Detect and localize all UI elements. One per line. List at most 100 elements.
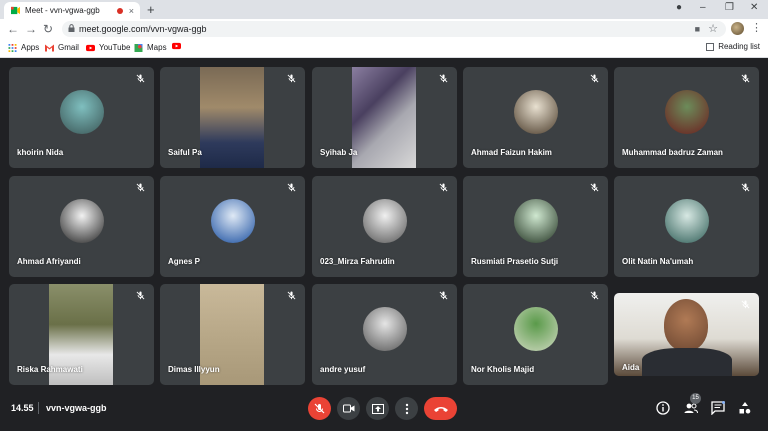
mic-muted-icon [741,183,750,192]
mic-muted-icon [287,74,296,83]
mic-muted-icon [136,183,145,192]
bookmark-label: Gmail [58,43,79,52]
more-vert-icon [405,403,408,414]
reload-button[interactable]: ↻ [43,22,53,36]
minimize-window-button[interactable]: – [700,2,706,13]
youtube-icon [172,42,181,50]
mic-muted-icon [287,291,296,300]
profile-media-icon[interactable]: ● [676,2,682,13]
maps-icon [134,44,143,52]
chat-icon[interactable] [711,401,725,415]
participant-tile[interactable]: Saiful Pa [160,67,305,168]
mic-off-icon [314,403,325,414]
bookmark-youtube[interactable]: YouTube [86,42,130,54]
activities-icon[interactable] [738,401,752,415]
new-tab-button[interactable]: + [147,2,155,17]
maximize-window-button[interactable]: ❐ [725,2,734,13]
camera-icon [342,404,354,413]
participant-tile[interactable]: Syihab Ja [312,67,457,168]
mic-muted-icon [439,183,448,192]
participant-tile[interactable]: Ahmad Faizun Hakim [463,67,608,168]
forward-button[interactable]: → [25,22,37,36]
leave-call-button[interactable] [424,397,457,420]
mic-muted-icon [741,300,750,309]
youtube-icon [86,44,95,52]
participant-face [664,299,708,351]
bookmark-maps[interactable]: Maps [134,42,167,54]
tab-title: Meet - vvn-vgwa-ggb [25,6,100,15]
browser-menu-icon[interactable]: ⋮ [751,21,762,34]
participant-tile[interactable]: andre yusuf [312,284,457,385]
participant-body [642,348,732,376]
address-bar[interactable]: meet.google.com/vvn-vgwa-ggb ■ ☆ [62,21,726,37]
participant-tile[interactable]: Olit Natin Na'umah [614,176,759,277]
mic-muted-icon [136,291,145,300]
close-window-button[interactable]: ✕ [750,2,758,13]
camera-in-use-icon[interactable]: ■ [695,24,700,34]
bookmark-star-icon[interactable]: ☆ [708,22,718,35]
recording-indicator-icon [116,7,123,14]
participant-avatar [362,306,407,351]
bookmark-apps[interactable]: Apps [8,42,39,54]
more-options-button[interactable] [395,397,418,420]
participant-name: andre yusuf [320,365,366,374]
participant-video [200,67,264,168]
reading-list-button[interactable]: Reading list [706,42,760,51]
browser-nav-bar: ← → ↻ meet.google.com/vvn-vgwa-ggb ■ ☆ ⋮ [0,19,768,40]
mic-muted-icon [287,183,296,192]
mic-muted-icon [439,74,448,83]
participant-tile[interactable]: khoirin Nida [9,67,154,168]
bookmark-gmail[interactable]: Gmail [45,42,79,54]
bookmark-youtube-2[interactable] [172,42,185,50]
bookmark-label: YouTube [99,43,131,52]
bookmark-label: Maps [147,43,167,52]
mic-muted-icon [590,291,599,300]
participant-tile[interactable]: Riska Rahmawati [9,284,154,385]
meeting-details-icon[interactable] [656,401,670,415]
divider [38,402,39,414]
participant-tile[interactable]: Aida [614,293,759,376]
participant-tile[interactable]: Nor Kholis Majid [463,284,608,385]
mic-muted-icon [590,183,599,192]
back-button[interactable]: ← [7,22,19,36]
profile-avatar[interactable] [731,22,744,35]
participant-name: Rusmiati Prasetio Sutji [471,257,559,266]
participant-name: Syihab Ja [320,148,358,157]
participant-avatar [664,89,709,134]
present-screen-icon [371,403,384,414]
apps-grid-icon [8,44,17,52]
participant-avatar [210,198,255,243]
bookmarks-bar: Apps Gmail YouTube Maps Reading list [0,40,768,58]
participant-tile[interactable]: Ahmad Afriyandi [9,176,154,277]
participant-name: Muhammad badruz Zaman [622,148,723,157]
participant-tile[interactable]: Agnes P [160,176,305,277]
mic-toggle-button[interactable] [308,397,331,420]
camera-toggle-button[interactable] [337,397,360,420]
participant-count-badge: 15 [690,393,701,404]
participant-video [352,67,416,168]
mic-muted-icon [439,291,448,300]
hang-up-icon [433,406,448,412]
participant-name: Nor Kholis Majid [471,365,535,374]
meet-favicon-icon [11,6,20,15]
participant-name: Agnes P [168,257,201,266]
participant-name: Riska Rahmawati [17,365,83,374]
browser-tab[interactable]: Meet - vvn-vgwa-ggb × [4,2,140,19]
participant-name: Saiful Pa [168,148,202,157]
participant-tile[interactable]: Rusmiati Prasetio Sutji [463,176,608,277]
reading-list-icon [706,42,715,51]
tab-close-button[interactable]: × [129,6,134,16]
meeting-time: 14.55 [11,403,34,413]
participant-tile[interactable]: Dimas Illyyun [160,284,305,385]
participant-name: Aida [622,363,640,372]
participant-tile[interactable]: Muhammad badruz Zaman [614,67,759,168]
reading-list-label: Reading list [718,42,760,51]
participant-avatar [362,198,407,243]
participant-name: khoirin Nida [17,148,64,157]
mic-muted-icon [590,74,599,83]
participant-name: Dimas Illyyun [168,365,220,374]
participant-avatar [513,89,558,134]
participant-avatar [513,306,558,351]
present-screen-button[interactable] [366,397,389,420]
participant-tile[interactable]: 023_Mirza Fahrudin [312,176,457,277]
